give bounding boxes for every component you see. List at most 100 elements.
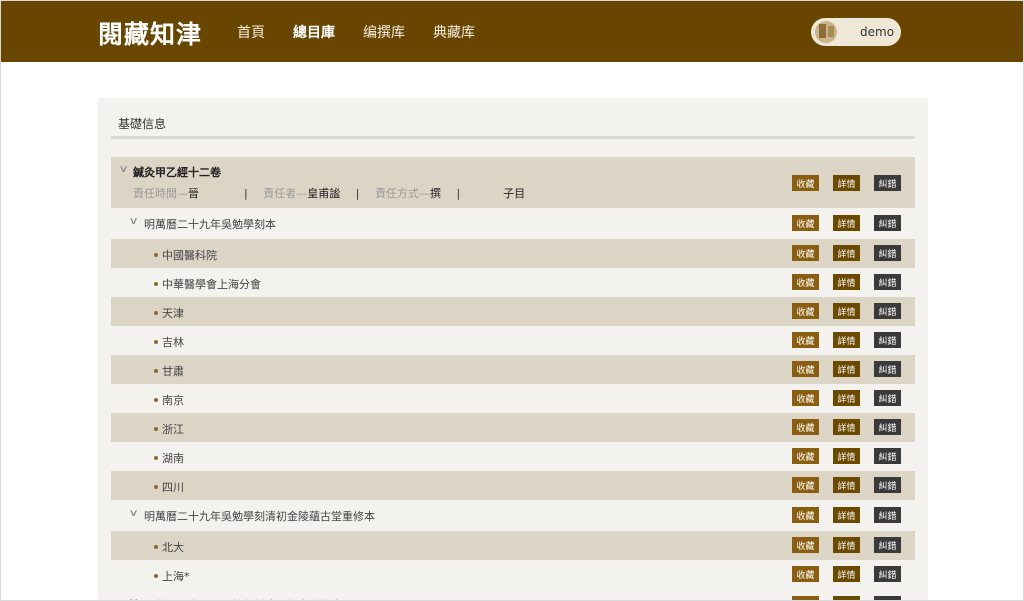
work-meta: 責任時間—晉 | 責任者—皇甫謐 | 責任方式—撰 | 子目 bbox=[133, 187, 526, 200]
location-label: 天津 bbox=[162, 307, 184, 320]
subitem-link[interactable]: 子目 bbox=[503, 187, 525, 200]
collect-button[interactable]: 收藏 bbox=[792, 361, 819, 377]
location-row[interactable]: 中國醫科院 收藏 詳情 糾錯 bbox=[111, 239, 915, 268]
location-row[interactable]: 四川 收藏 詳情 糾錯 bbox=[111, 471, 915, 500]
collect-button[interactable]: 收藏 bbox=[792, 332, 819, 348]
location-name: 上海* bbox=[154, 568, 190, 584]
nav-compile[interactable]: 编撰库 bbox=[363, 22, 405, 42]
chevron-down-icon[interactable]: ∨ bbox=[129, 508, 139, 519]
collect-button[interactable]: 收藏 bbox=[792, 537, 819, 553]
meta-separator: | bbox=[355, 187, 360, 200]
detail-button[interactable]: 詳情 bbox=[833, 303, 860, 319]
collect-button[interactable]: 收藏 bbox=[792, 215, 819, 231]
edition-title: 明萬曆二十九年吳勉學刻清初金陵蘊古堂重修本 bbox=[144, 510, 375, 523]
detail-button[interactable]: 詳情 bbox=[833, 175, 860, 191]
report-error-button[interactable]: 糾錯 bbox=[874, 390, 901, 406]
bullet-icon bbox=[154, 456, 158, 460]
report-error-button[interactable]: 糾錯 bbox=[874, 274, 901, 290]
bullet-icon bbox=[154, 574, 158, 578]
user-menu[interactable]: demo bbox=[811, 18, 901, 46]
collect-button[interactable]: 收藏 bbox=[792, 245, 819, 261]
edition-row[interactable]: ∨ 明萬曆二十九年吳勉學刻清初胡康重修本 收藏 詳情 糾錯 bbox=[111, 589, 915, 600]
location-row[interactable]: 天津 收藏 詳情 糾錯 bbox=[111, 297, 915, 326]
location-row[interactable]: 甘肅 收藏 詳情 糾錯 bbox=[111, 355, 915, 384]
action-buttons: 收藏詳情糾錯 bbox=[792, 448, 901, 464]
detail-button[interactable]: 詳情 bbox=[833, 245, 860, 261]
report-error-button[interactable]: 糾錯 bbox=[874, 332, 901, 348]
nav-collection[interactable]: 典藏库 bbox=[433, 22, 475, 42]
chevron-down-icon[interactable]: ∨ bbox=[129, 216, 139, 227]
panel-title: 基礎信息 bbox=[118, 117, 167, 131]
edition-row[interactable]: ∨ 明萬曆二十九年吳勉學刻清初金陵蘊古堂重修本 收藏 詳情 糾錯 bbox=[111, 500, 915, 531]
location-name: 湖南 bbox=[154, 450, 184, 466]
bullet-icon bbox=[154, 398, 158, 402]
meta-separator: | bbox=[244, 187, 248, 200]
location-row[interactable]: 上海* 收藏 詳情 糾錯 bbox=[111, 560, 915, 589]
location-label: 湖南 bbox=[162, 452, 184, 465]
report-error-button[interactable]: 糾錯 bbox=[874, 507, 901, 523]
report-error-button[interactable]: 糾錯 bbox=[874, 215, 901, 231]
collect-button[interactable]: 收藏 bbox=[792, 507, 819, 523]
detail-button[interactable]: 詳情 bbox=[833, 215, 860, 231]
detail-button[interactable]: 詳情 bbox=[833, 596, 860, 600]
location-name: 浙江 bbox=[154, 421, 184, 437]
report-error-button[interactable]: 糾錯 bbox=[874, 477, 901, 493]
author-label: 責任者 bbox=[263, 187, 297, 200]
report-error-button[interactable]: 糾錯 bbox=[874, 419, 901, 435]
mode-label: 責任方式 bbox=[374, 187, 419, 200]
report-error-button[interactable]: 糾錯 bbox=[874, 245, 901, 261]
report-error-button[interactable]: 糾錯 bbox=[874, 596, 901, 600]
work-row[interactable]: ∨ 鍼灸甲乙經十二卷 責任時間—晉 | 責任者—皇甫謐 | 責任方式—撰 | 子… bbox=[111, 157, 915, 208]
collect-button[interactable]: 收藏 bbox=[792, 390, 819, 406]
chevron-down-icon[interactable]: ∨ bbox=[119, 164, 129, 175]
detail-button[interactable]: 詳情 bbox=[833, 361, 860, 377]
nav-catalog[interactable]: 總目庫 bbox=[293, 22, 335, 42]
location-label: 浙江 bbox=[162, 423, 184, 436]
action-buttons: 收藏 詳情 糾錯 bbox=[792, 175, 901, 191]
collect-button[interactable]: 收藏 bbox=[792, 175, 819, 191]
action-buttons: 收藏詳情糾錯 bbox=[792, 390, 901, 406]
location-row[interactable]: 北大 收藏 詳情 糾錯 bbox=[111, 531, 915, 560]
collect-button[interactable]: 收藏 bbox=[792, 419, 819, 435]
collect-button[interactable]: 收藏 bbox=[792, 477, 819, 493]
detail-button[interactable]: 詳情 bbox=[833, 390, 860, 406]
report-error-button[interactable]: 糾錯 bbox=[874, 448, 901, 464]
time-label: 責任時間 bbox=[133, 187, 177, 200]
collect-button[interactable]: 收藏 bbox=[792, 274, 819, 290]
chevron-down-icon[interactable]: ∨ bbox=[129, 597, 139, 600]
report-error-button[interactable]: 糾錯 bbox=[874, 566, 901, 582]
report-error-button[interactable]: 糾錯 bbox=[874, 303, 901, 319]
detail-button[interactable]: 詳情 bbox=[833, 419, 860, 435]
location-row[interactable]: 南京 收藏 詳情 糾錯 bbox=[111, 384, 915, 413]
edition-row[interactable]: ∨ 明萬曆二十九年吳勉學刻本 收藏 詳情 糾錯 bbox=[111, 208, 915, 239]
location-row[interactable]: 湖南 收藏 詳情 糾錯 bbox=[111, 442, 915, 471]
edition-title: 明萬曆二十九年吳勉學刻本 bbox=[144, 218, 276, 231]
collect-button[interactable]: 收藏 bbox=[792, 566, 819, 582]
report-error-button[interactable]: 糾錯 bbox=[874, 361, 901, 377]
detail-button[interactable]: 詳情 bbox=[833, 566, 860, 582]
action-buttons: 收藏詳情糾錯 bbox=[792, 477, 901, 493]
basic-info-panel: 基礎信息 ∨ 鍼灸甲乙經十二卷 責任時間—晉 | 責任者—皇甫謐 | 責任方式—… bbox=[98, 98, 928, 600]
location-row[interactable]: 中華醫學會上海分會 收藏 詳情 糾錯 bbox=[111, 268, 915, 297]
collect-button[interactable]: 收藏 bbox=[792, 303, 819, 319]
detail-button[interactable]: 詳情 bbox=[833, 537, 860, 553]
location-row[interactable]: 浙江 收藏 詳情 糾錯 bbox=[111, 413, 915, 442]
detail-button[interactable]: 詳情 bbox=[833, 332, 860, 348]
nav-home[interactable]: 首頁 bbox=[237, 22, 265, 42]
location-label: 中國醫科院 bbox=[162, 249, 217, 262]
location-label: 北大 bbox=[162, 541, 184, 554]
collect-button[interactable]: 收藏 bbox=[792, 596, 819, 600]
detail-button[interactable]: 詳情 bbox=[833, 507, 860, 523]
site-logo[interactable]: 閱藏知津 bbox=[98, 15, 202, 51]
location-row[interactable]: 吉林 收藏 詳情 糾錯 bbox=[111, 326, 915, 355]
location-name: 北大 bbox=[154, 539, 184, 555]
report-error-button[interactable]: 糾錯 bbox=[874, 175, 901, 191]
collect-button[interactable]: 收藏 bbox=[792, 448, 819, 464]
action-buttons: 收藏詳情糾錯 bbox=[792, 537, 901, 553]
detail-button[interactable]: 詳情 bbox=[833, 477, 860, 493]
action-buttons: 收藏詳情糾錯 bbox=[792, 332, 901, 348]
location-label: 甘肅 bbox=[162, 365, 184, 378]
detail-button[interactable]: 詳情 bbox=[833, 448, 860, 464]
detail-button[interactable]: 詳情 bbox=[833, 274, 860, 290]
report-error-button[interactable]: 糾錯 bbox=[874, 537, 901, 553]
